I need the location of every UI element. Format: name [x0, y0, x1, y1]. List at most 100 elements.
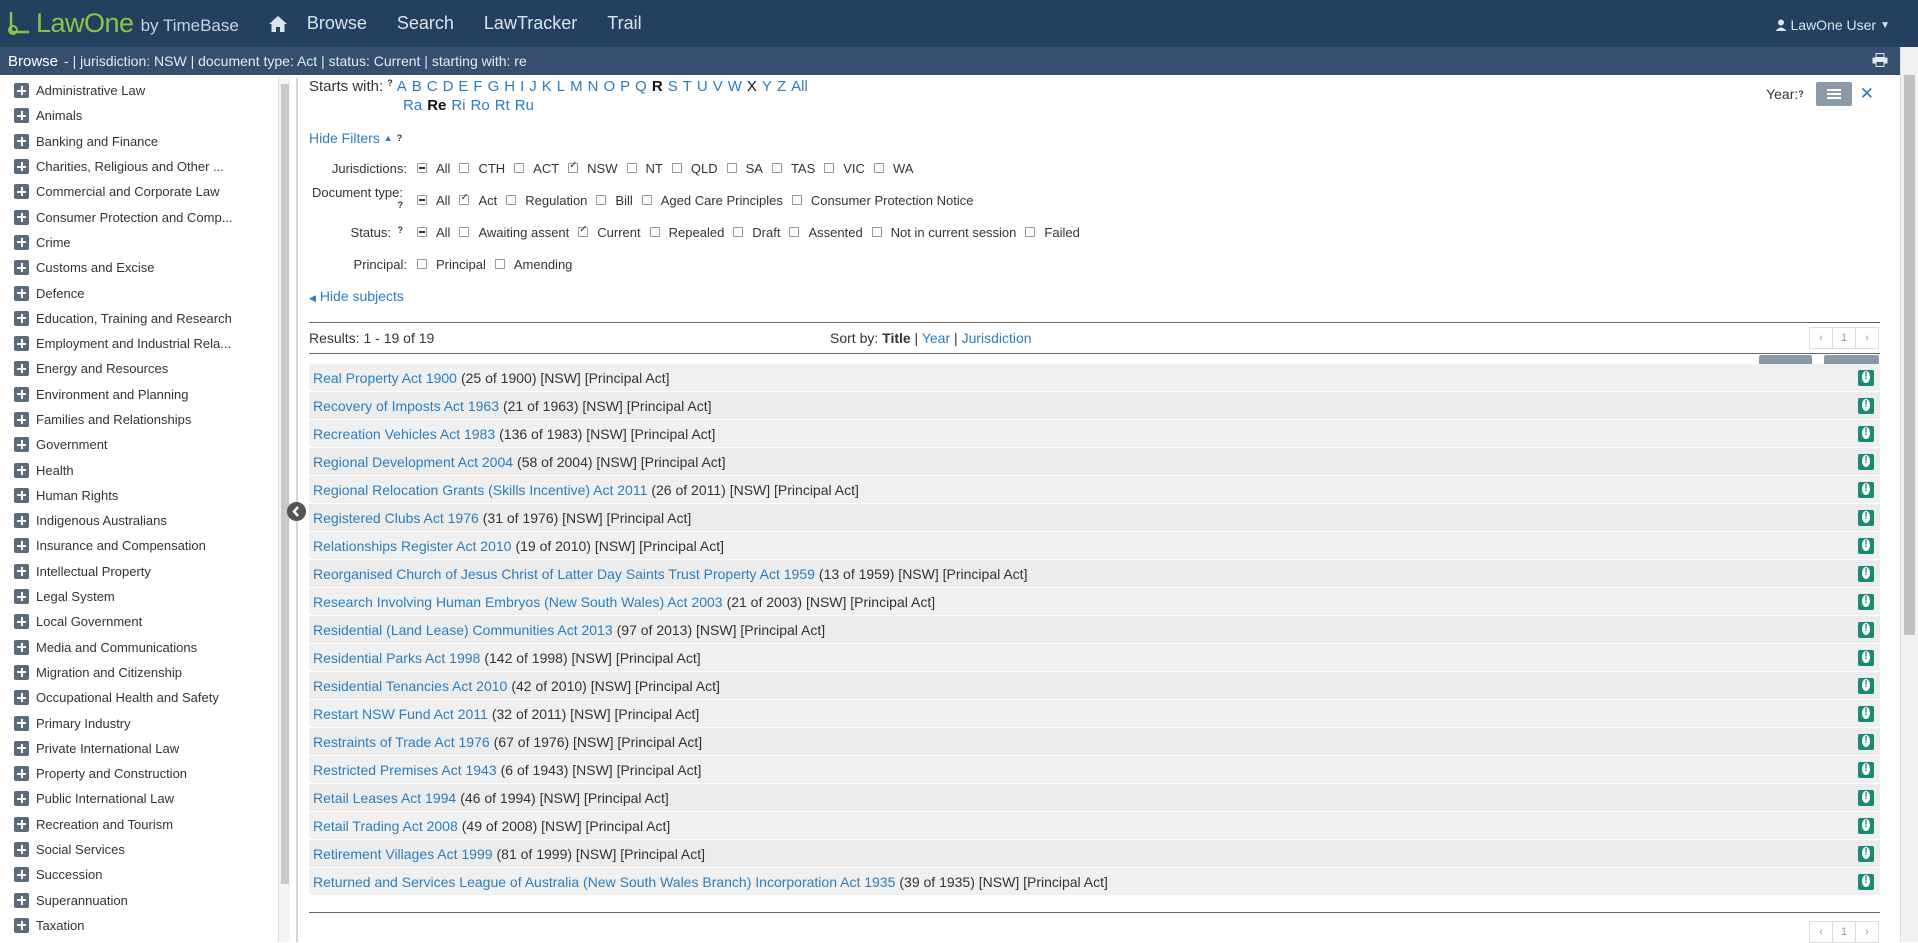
letter-link[interactable]: P	[620, 78, 630, 95]
filter-help[interactable]: ?	[398, 200, 404, 210]
checkbox[interactable]	[417, 227, 427, 237]
sidebar-item[interactable]: Superannuation	[0, 888, 280, 913]
year-help[interactable]: ?	[1798, 89, 1804, 99]
filter-option[interactable]: CTH	[459, 161, 505, 176]
checkbox[interactable]	[459, 163, 470, 173]
expand-plus-icon[interactable]	[14, 563, 29, 579]
result-title-link[interactable]: Recovery of Imposts Act 1963	[313, 398, 499, 414]
close-icon[interactable]: ✕	[1860, 84, 1874, 104]
home-icon[interactable]	[267, 13, 289, 35]
result-title-link[interactable]: Restart NSW Fund Act 2011	[313, 706, 488, 722]
checkbox[interactable]	[726, 163, 737, 173]
prev-page-button[interactable]: ‹	[1809, 921, 1833, 943]
filter-option[interactable]: NSW	[568, 160, 618, 176]
expand-plus-icon[interactable]	[14, 462, 29, 478]
checkbox[interactable]	[417, 259, 427, 269]
sort-title[interactable]: Title	[882, 330, 911, 346]
checkbox[interactable]	[671, 163, 682, 173]
result-title-link[interactable]: Retail Trading Act 2008	[313, 818, 458, 834]
filter-option[interactable]: ACT	[514, 161, 559, 176]
sort-year[interactable]: Year	[922, 330, 950, 346]
sidebar-item[interactable]: Human Rights	[0, 483, 280, 508]
letter-link[interactable]: W	[728, 78, 742, 95]
result-title-link[interactable]: Regional Relocation Grants (Skills Incen…	[313, 482, 647, 498]
expand-plus-icon[interactable]	[14, 513, 29, 529]
letter-link[interactable]: Z	[777, 78, 786, 95]
letter-link[interactable]: Q	[635, 78, 647, 95]
checkbox[interactable]	[771, 163, 782, 173]
sidebar-item[interactable]: Families and Relationships	[0, 407, 280, 432]
letter-link[interactable]: G	[488, 78, 500, 95]
checkbox[interactable]	[873, 163, 884, 173]
filter-option[interactable]: QLD	[671, 161, 718, 176]
sidebar-item[interactable]: Legal System	[0, 584, 280, 609]
letter-link[interactable]: All	[791, 78, 808, 95]
sidebar-item[interactable]: Health	[0, 457, 280, 482]
nav-trail[interactable]: Trail	[607, 13, 641, 34]
sidebar-item[interactable]: Taxation	[0, 913, 280, 938]
page-number[interactable]: 1	[1832, 921, 1856, 943]
result-title-link[interactable]: Restraints of Trade Act 1976	[313, 734, 490, 750]
filter-option[interactable]: Act	[459, 192, 497, 208]
hide-subjects-link[interactable]: ◀ Hide subjects	[309, 288, 1889, 304]
result-title-link[interactable]: Residential (Land Lease) Communities Act…	[313, 622, 613, 638]
info-icon[interactable]	[1858, 454, 1874, 470]
nav-browse[interactable]: Browse	[307, 13, 367, 34]
info-icon[interactable]	[1858, 370, 1874, 386]
expand-plus-icon[interactable]	[14, 133, 29, 149]
sidebar-item[interactable]: Local Government	[0, 609, 280, 634]
result-title-link[interactable]: Retirement Villages Act 1999	[313, 846, 493, 862]
filter-option[interactable]: Aged Care Principles	[641, 193, 783, 208]
lawone-logo[interactable]: LawOne by TimeBase	[4, 0, 239, 47]
info-icon[interactable]	[1858, 706, 1874, 722]
sidebar-item[interactable]: Charities, Religious and Other ...	[0, 154, 280, 179]
user-menu[interactable]: LawOne User ▼	[1775, 17, 1890, 33]
sub-letter-link[interactable]: Rt	[495, 97, 510, 114]
sidebar-item[interactable]: Crime	[0, 230, 280, 255]
expand-plus-icon[interactable]	[14, 412, 29, 427]
sidebar-item[interactable]: Recreation and Tourism	[0, 812, 280, 837]
expand-plus-icon[interactable]	[14, 892, 29, 908]
expand-plus-icon[interactable]	[14, 159, 29, 175]
expand-plus-icon[interactable]	[14, 766, 29, 782]
checkbox[interactable]	[791, 195, 802, 205]
letter-link[interactable]: L	[557, 78, 565, 95]
checkbox[interactable]	[824, 163, 835, 173]
letter-link[interactable]: T	[683, 78, 692, 95]
info-icon[interactable]	[1858, 594, 1874, 610]
letter-link[interactable]: V	[713, 78, 723, 95]
info-icon[interactable]	[1858, 874, 1874, 890]
checkbox[interactable]	[514, 163, 525, 173]
checkbox[interactable]	[459, 192, 470, 205]
sidebar-item[interactable]: Social Services	[0, 837, 280, 862]
letter-link[interactable]: X	[747, 78, 757, 95]
filter-option[interactable]: Consumer Protection Notice	[791, 193, 973, 208]
filter-option[interactable]: VIC	[824, 161, 865, 176]
sub-letter-link[interactable]: Ra	[403, 97, 422, 114]
letter-link[interactable]: N	[588, 78, 599, 95]
expand-plus-icon[interactable]	[14, 740, 29, 756]
expand-plus-icon[interactable]	[14, 184, 29, 200]
sidebar-item[interactable]: Migration and Citizenship	[0, 660, 280, 685]
letter-link[interactable]: I	[520, 78, 524, 95]
info-icon[interactable]	[1858, 538, 1874, 554]
sidebar-item[interactable]: Public International Law	[0, 786, 280, 811]
filter-option[interactable]: WA	[873, 161, 913, 176]
expand-plus-icon[interactable]	[14, 639, 29, 655]
expand-plus-icon[interactable]	[14, 310, 29, 326]
checkbox[interactable]	[459, 227, 470, 237]
info-icon[interactable]	[1858, 734, 1874, 750]
expand-plus-icon[interactable]	[14, 285, 29, 301]
expand-plus-icon[interactable]	[14, 108, 29, 124]
checkbox[interactable]	[506, 195, 517, 205]
letter-link[interactable]: J	[529, 78, 537, 95]
expand-plus-icon[interactable]	[14, 690, 29, 706]
checkbox[interactable]	[789, 227, 800, 237]
sidebar-item[interactable]: Property and Construction	[0, 761, 280, 786]
info-icon[interactable]	[1858, 510, 1874, 526]
year-toggle-button[interactable]	[1815, 82, 1852, 106]
expand-plus-icon[interactable]	[14, 538, 29, 554]
checkbox[interactable]	[568, 160, 579, 173]
filter-option[interactable]: Amending	[494, 257, 572, 272]
page-scrollbar[interactable]	[1900, 47, 1918, 942]
